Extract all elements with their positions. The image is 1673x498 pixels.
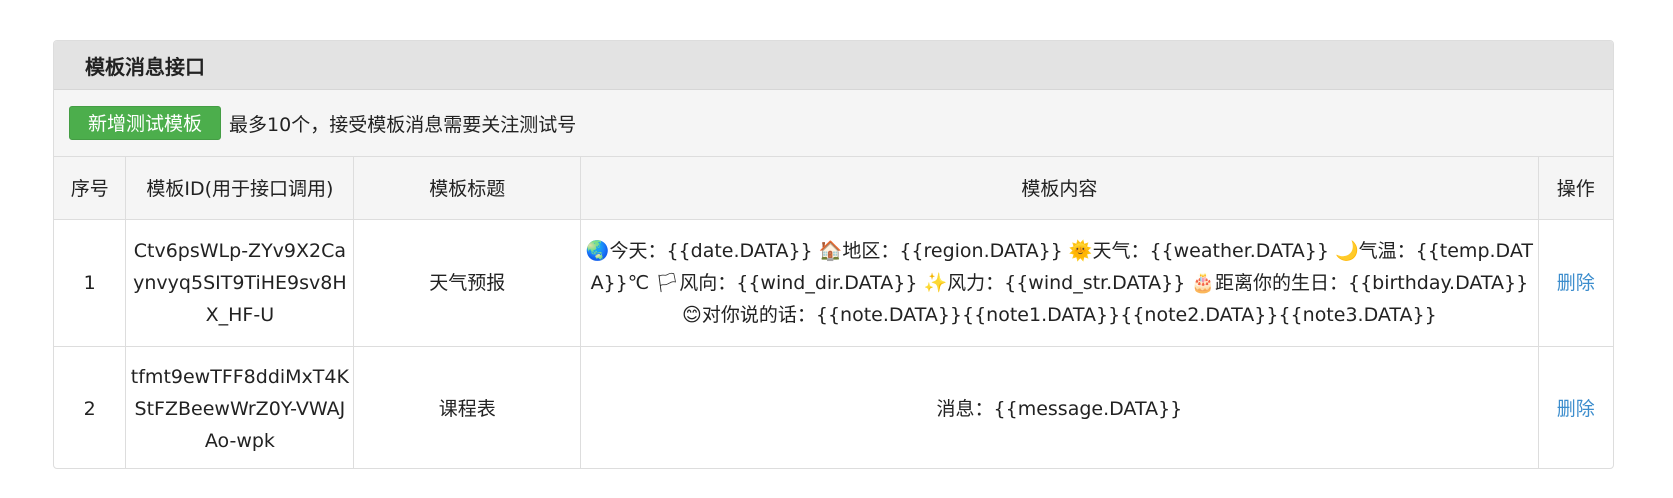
row-template-id: tfmt9ewTFF8ddiMxT4KStFZBeewWrZ0Y-VWAJAo-… xyxy=(125,346,355,468)
header-title: 模板标题 xyxy=(353,157,582,220)
row-index: 1 xyxy=(54,219,127,347)
row-index: 2 xyxy=(54,346,127,468)
header-template-id: 模板ID(用于接口调用) xyxy=(125,157,355,220)
add-test-template-button[interactable]: 新增测试模板 xyxy=(69,106,222,140)
row-title: 天气预报 xyxy=(353,219,582,347)
header-action: 操作 xyxy=(1538,157,1613,220)
header-index: 序号 xyxy=(54,157,127,220)
toolbar-note: 最多10个，接受模板消息需要关注测试号 xyxy=(229,113,577,136)
table-row: 2 tfmt9ewTFF8ddiMxT4KStFZBeewWrZ0Y-VWAJA… xyxy=(54,346,1613,468)
panel-title: 模板消息接口 xyxy=(54,41,1613,90)
row-template-id: Ctv6psWLp-ZYv9X2Caynvyq5SIT9TiHE9sv8HX_H… xyxy=(125,219,355,347)
toolbar: 新增测试模板 最多10个，接受模板消息需要关注测试号 xyxy=(54,90,1613,157)
row-title: 课程表 xyxy=(353,346,582,468)
table-header-row: 序号 模板ID(用于接口调用) 模板标题 模板内容 操作 xyxy=(54,157,1613,220)
template-message-panel: 模板消息接口 新增测试模板 最多10个，接受模板消息需要关注测试号 序号 模板I… xyxy=(53,40,1614,469)
row-action-cell: 删除 xyxy=(1538,219,1613,347)
row-content: 消息：{{message.DATA}} xyxy=(580,346,1539,468)
delete-link[interactable]: 删除 xyxy=(1557,272,1595,294)
template-table: 序号 模板ID(用于接口调用) 模板标题 模板内容 操作 1 Ctv6psWLp… xyxy=(54,157,1613,468)
header-content: 模板内容 xyxy=(580,157,1539,220)
row-content: 🌏今天：{{date.DATA}} 🏠地区：{{region.DATA}} 🌞天… xyxy=(580,219,1539,347)
delete-link[interactable]: 删除 xyxy=(1557,398,1595,420)
table-row: 1 Ctv6psWLp-ZYv9X2Caynvyq5SIT9TiHE9sv8HX… xyxy=(54,219,1613,347)
row-action-cell: 删除 xyxy=(1538,346,1613,468)
